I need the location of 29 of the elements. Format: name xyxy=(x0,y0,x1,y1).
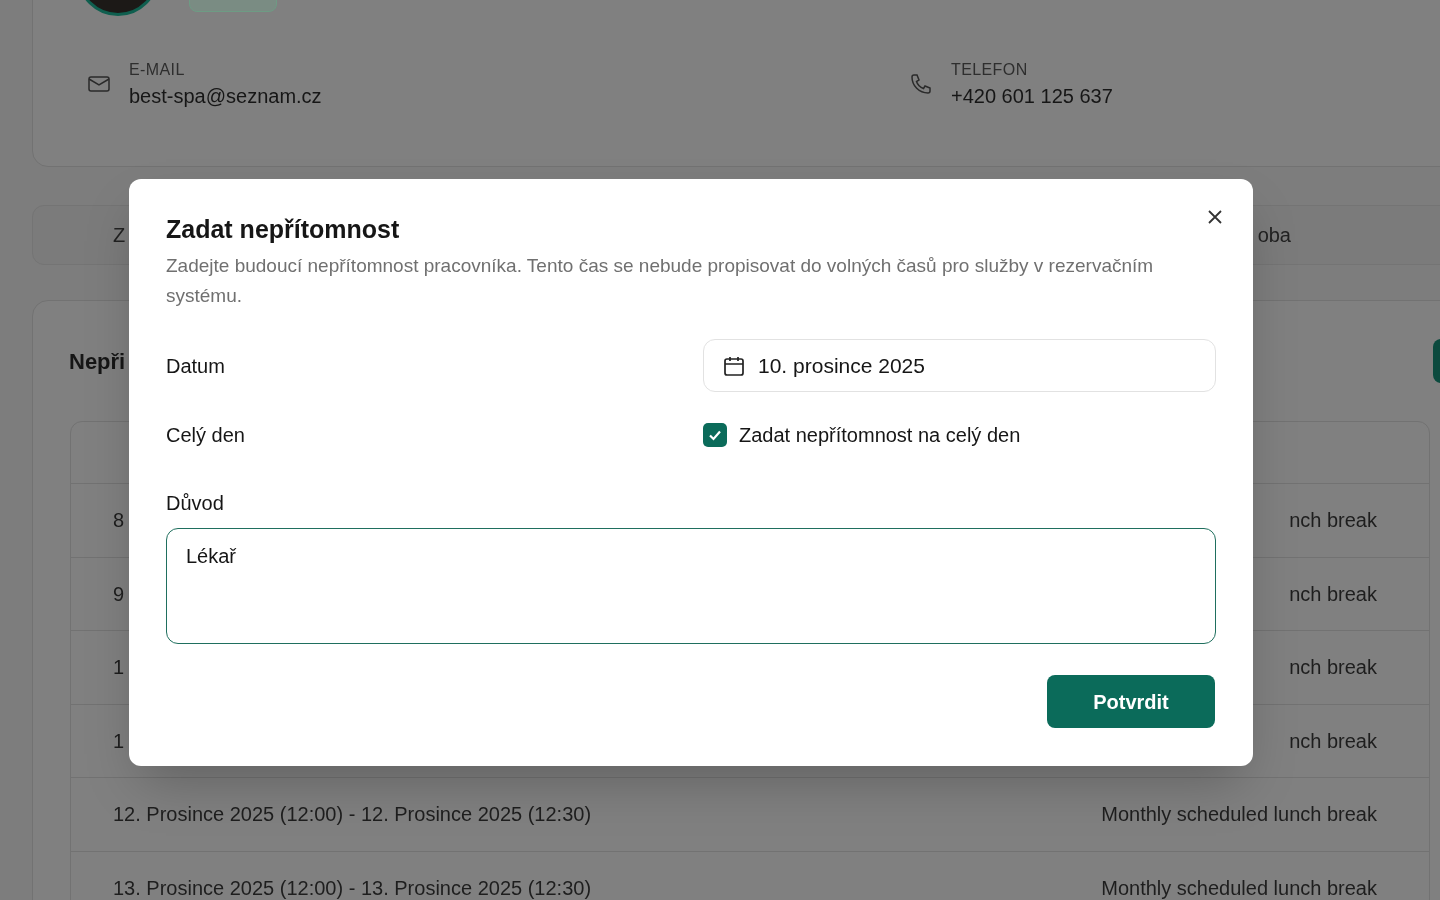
all-day-label: Celý den xyxy=(166,423,246,448)
section-title: Nepři xyxy=(69,347,126,376)
table-cell-text: 8 xyxy=(113,508,125,534)
email-value: best-spa@seznam.cz xyxy=(129,84,322,109)
table-cell-text: 13. Prosince 2025 (12:00) - 13. Prosince 2025 (12:30) xyxy=(113,875,592,900)
confirm-button[interactable]: Potvrdit xyxy=(1047,675,1215,728)
dialog-title: Zadat nepřítomnost xyxy=(166,214,401,245)
table-cell-text: nch break xyxy=(1289,508,1377,534)
email-label: E-MAIL xyxy=(129,60,186,80)
table-cell-text: nch break xyxy=(1289,581,1377,607)
date-label: Datum xyxy=(166,353,226,379)
reason-field[interactable]: Lékař xyxy=(166,528,1216,644)
table-cell-text: 12. Prosince 2025 (12:00) - 12. Prosince 2025 (12:30) xyxy=(113,802,592,828)
reason-label: Důvod xyxy=(166,491,225,516)
tab[interactable]: Z xyxy=(113,220,126,250)
table-cell-text: nch break xyxy=(1289,655,1377,681)
table-cell-text: Monthly scheduled lunch break xyxy=(1101,802,1377,828)
table-cell-text: 1 xyxy=(113,655,125,681)
dialog-description: Zadejte budoucí nepřítomnost pracovníka. Tento čas se nebude propisovat do volných časů pro služby v rezervačním systému. xyxy=(166,254,1155,308)
checkbox-label: Zadat nepřítomnost na celý den xyxy=(739,423,1021,448)
date-value: 10. prosince 2025 xyxy=(758,352,925,379)
table-cell-text: Monthly scheduled lunch break xyxy=(1101,875,1377,900)
tab[interactable]: oba xyxy=(1257,220,1291,250)
table-cell-text: nch break xyxy=(1289,728,1377,754)
date-field[interactable]: 10. prosince 2025 xyxy=(703,339,1216,392)
table-cell-text: 9 xyxy=(113,581,125,607)
phone-label: TELEFON xyxy=(951,60,1029,80)
phone-value: +420 601 125 637 xyxy=(951,84,1113,109)
table-cell-text: 1 xyxy=(113,728,125,754)
